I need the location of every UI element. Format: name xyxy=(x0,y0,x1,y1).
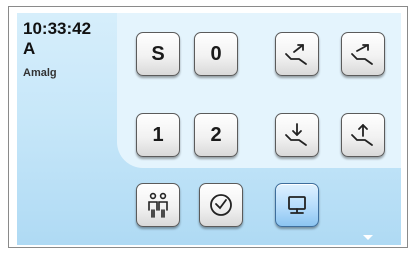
clock-icon xyxy=(206,190,236,220)
program-label: Amalg xyxy=(23,67,57,79)
status-area: 10:33:42 A Amalg xyxy=(23,19,91,79)
chair-down-button[interactable] xyxy=(275,113,319,157)
users-icon xyxy=(143,190,173,220)
control-screen: 10:33:42 A Amalg S 0 1 2 xyxy=(17,13,401,245)
two-button[interactable]: 2 xyxy=(194,113,238,157)
users-button[interactable] xyxy=(136,183,180,227)
zero-button[interactable]: 0 xyxy=(194,32,238,76)
monitor-icon xyxy=(282,190,312,220)
s-button[interactable]: S xyxy=(136,32,180,76)
timer-button[interactable] xyxy=(199,183,243,227)
clock-time: 10:33:42 xyxy=(23,19,92,38)
backrest-up-button[interactable] xyxy=(275,32,319,76)
one-button[interactable]: 1 xyxy=(136,113,180,157)
chair-backrest-down-icon xyxy=(348,39,378,69)
backrest-down-button[interactable] xyxy=(341,32,385,76)
scroll-down-indicator-icon xyxy=(363,235,373,240)
chair-backrest-up-icon xyxy=(282,39,312,69)
chair-down-icon xyxy=(282,120,312,150)
chair-up-button[interactable] xyxy=(341,113,385,157)
monitor-button[interactable] xyxy=(275,183,319,227)
chair-up-icon xyxy=(348,120,378,150)
mode-indicator: A xyxy=(23,39,36,58)
